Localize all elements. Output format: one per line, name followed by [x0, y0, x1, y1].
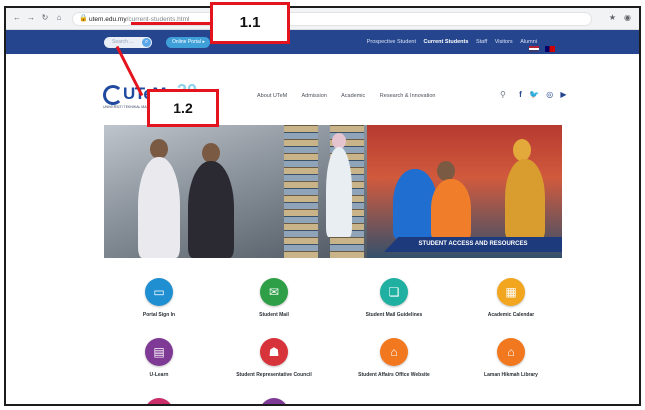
- mail-icon: ✉: [260, 278, 288, 306]
- nav-academic[interactable]: Academic: [341, 93, 365, 99]
- partial-icon: [260, 398, 288, 404]
- link-prospective-student[interactable]: Prospective Student: [367, 39, 416, 45]
- tile-student-mail[interactable]: ✉ Student Mail: [209, 278, 339, 319]
- tile-student-representative-council[interactable]: ☗ Student Representative Council: [209, 338, 339, 379]
- screenshot-frame: ← → ↻ ⌂ 🔒 utem.edu.my/current-students.h…: [4, 6, 641, 406]
- online-portal-label: Online Portal: [172, 39, 201, 45]
- annotation-arrow-1-1: [131, 22, 211, 25]
- language-switcher: [523, 39, 555, 57]
- link-visitors[interactable]: Visitors: [495, 39, 513, 45]
- tile-u-learn[interactable]: ▤ U-Learn: [94, 338, 224, 379]
- browser-actions: ★ ◉: [601, 13, 631, 23]
- tile-partial-row[interactable]: [209, 398, 339, 404]
- hero-banner: STUDENT ACCESS AND RESOURCES: [104, 125, 562, 258]
- tile-label: Student Affairs Office Website: [358, 372, 430, 378]
- chevron-right-icon: ▸: [202, 39, 205, 45]
- person-graphic: [150, 139, 168, 159]
- site-topbar: Search ... ⌕ Online Portal ▸ Prospective…: [6, 30, 639, 54]
- tile-student-affairs-office[interactable]: ⌂ Student Affairs Office Website: [329, 338, 459, 379]
- tile-partial-row[interactable]: [94, 398, 224, 404]
- person-graphic: [326, 147, 352, 237]
- home-icon[interactable]: ⌂: [54, 13, 64, 23]
- link-staff[interactable]: Staff: [476, 39, 487, 45]
- online-portal-button[interactable]: Online Portal ▸: [166, 37, 210, 48]
- url-host: utem.edu.my: [89, 16, 127, 23]
- tile-label: Laman Hikmah Library: [484, 372, 538, 378]
- annotation-label-1-1: 1.1: [210, 2, 290, 44]
- person-graphic: [202, 143, 220, 163]
- bookshelf-graphic: [284, 125, 318, 258]
- tile-label: U-Learn: [149, 372, 169, 378]
- person-graphic: [188, 161, 234, 258]
- tile-student-mail-guidelines[interactable]: ❏ Student Mail Guidelines: [329, 278, 459, 319]
- library-icon: ⌂: [497, 338, 525, 366]
- search-placeholder: Search ...: [112, 39, 134, 45]
- facebook-icon[interactable]: f: [519, 90, 522, 100]
- nav-about[interactable]: About UTeM: [257, 93, 287, 99]
- topbar-search-input[interactable]: Search ... ⌕: [104, 37, 152, 48]
- link-current-students[interactable]: Current Students: [424, 39, 469, 45]
- guideline-icon: ❏: [380, 278, 408, 306]
- youtube-icon[interactable]: ▶: [560, 90, 566, 100]
- browser-toolbar: ← → ↻ ⌂ 🔒 utem.edu.my/current-students.h…: [6, 8, 639, 30]
- tile-label: Portal Sign In: [142, 312, 176, 318]
- person-graphic: [138, 157, 180, 258]
- hero-photo-lab: [104, 125, 367, 258]
- main-navigation: About UTeM Admission Academic Research &…: [257, 92, 448, 100]
- nav-icons: ⚲ f 🐦 ◎ ▶: [500, 90, 572, 100]
- profile-icon[interactable]: ◉: [624, 13, 631, 22]
- twitter-icon[interactable]: 🐦: [529, 90, 539, 100]
- tile-laman-hikmah-library[interactable]: ⌂ Laman Hikmah Library: [446, 338, 576, 379]
- partial-icon: [145, 398, 173, 404]
- elearning-icon: ▤: [145, 338, 173, 366]
- annotation-label-1-2: 1.2: [147, 89, 219, 127]
- search-icon[interactable]: ⚲: [500, 90, 506, 100]
- hero-caption: STUDENT ACCESS AND RESOURCES: [384, 237, 562, 252]
- tile-label: Student Mail: [259, 312, 289, 318]
- tile-academic-calendar[interactable]: ▦ Academic Calendar: [446, 278, 576, 319]
- bookmark-star-icon[interactable]: ★: [609, 13, 616, 22]
- laptop-icon: ▭: [145, 278, 173, 306]
- tile-label: Academic Calendar: [487, 312, 535, 318]
- nav-research[interactable]: Research & Innovation: [380, 93, 436, 99]
- council-icon: ☗: [260, 338, 288, 366]
- tile-label: Student Representative Council: [236, 372, 312, 378]
- tile-portal-sign-in[interactable]: ▭ Portal Sign In: [94, 278, 224, 319]
- person-graphic: [437, 161, 455, 181]
- audience-links: Prospective Student Current Students Sta…: [361, 38, 537, 46]
- instagram-icon[interactable]: ◎: [546, 90, 553, 100]
- home-icon: ⌂: [380, 338, 408, 366]
- tile-label: Student Mail Guidelines: [365, 312, 423, 318]
- person-graphic: [513, 139, 531, 161]
- english-flag-icon[interactable]: [529, 46, 539, 52]
- lock-icon: 🔒: [79, 15, 88, 22]
- reload-icon[interactable]: ↻: [40, 13, 50, 23]
- back-icon[interactable]: ←: [12, 13, 22, 23]
- calendar-icon: ▦: [497, 278, 525, 306]
- nav-admission[interactable]: Admission: [302, 93, 327, 99]
- forward-icon[interactable]: →: [26, 13, 36, 23]
- search-icon[interactable]: ⌕: [142, 38, 151, 47]
- person-graphic: [431, 179, 471, 239]
- person-graphic: [505, 159, 545, 239]
- malay-flag-icon[interactable]: [545, 46, 555, 52]
- logo-mark-icon: [103, 85, 123, 105]
